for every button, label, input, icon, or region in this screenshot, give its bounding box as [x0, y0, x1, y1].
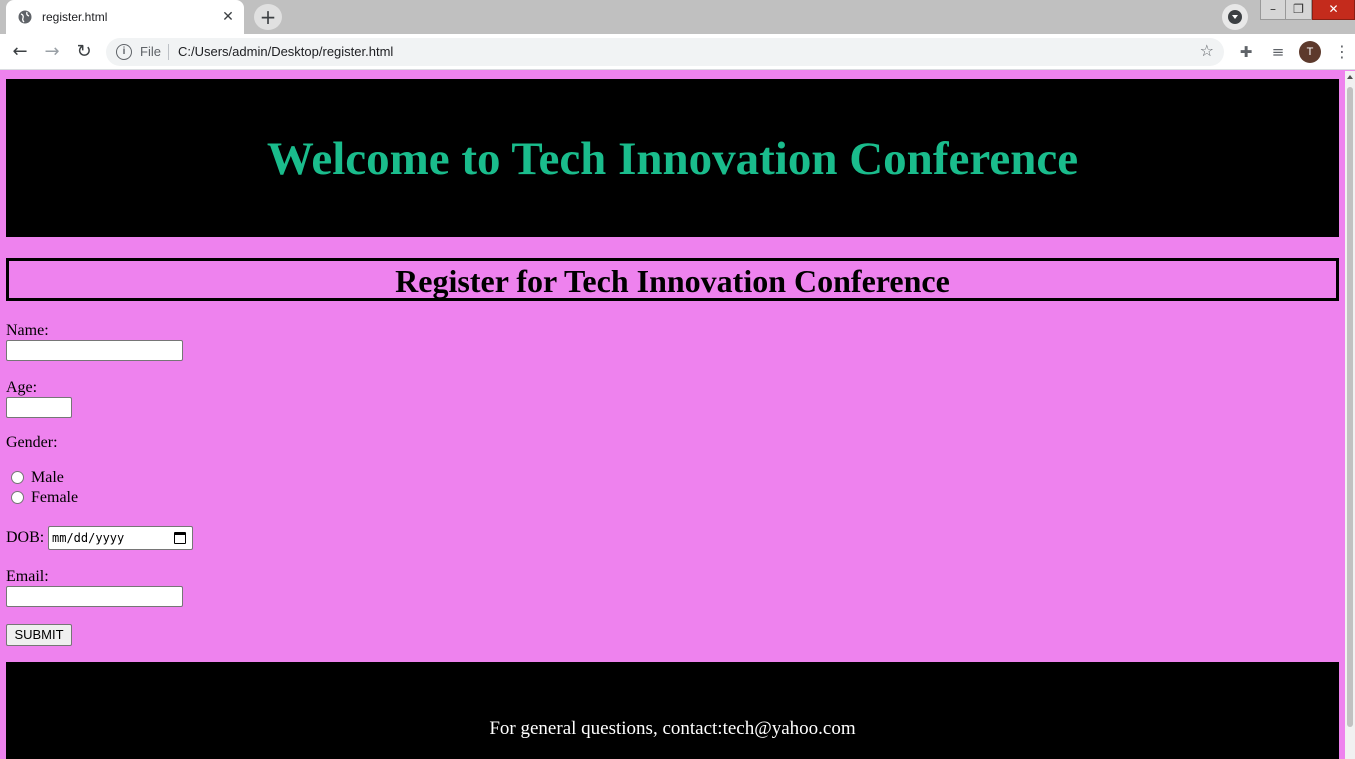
- scrollbar-thumb[interactable]: [1347, 87, 1353, 727]
- female-label: Female: [31, 489, 79, 506]
- register-title: Register for Tech Innovation Conference: [395, 263, 950, 299]
- male-label: Male: [31, 469, 64, 486]
- bookmark-star-icon[interactable]: ☆: [1200, 41, 1214, 60]
- gender-label: Gender:: [6, 434, 58, 451]
- scroll-up-arrow-icon[interactable]: [1347, 75, 1353, 79]
- chevron-down-icon: [1228, 10, 1242, 24]
- header-title: Welcome to Tech Innovation Conference: [266, 133, 1079, 185]
- tab-title: register.html: [42, 10, 108, 24]
- page-footer: For general questions, contact:tech@yaho…: [6, 662, 1339, 759]
- calendar-icon[interactable]: [174, 532, 186, 544]
- footer-contact-text: For general questions, contact:tech@yaho…: [489, 718, 856, 739]
- url-text[interactable]: C:/Users/admin/Desktop/register.html: [178, 44, 393, 59]
- submit-button[interactable]: SUBMIT: [6, 624, 72, 646]
- vertical-scrollbar[interactable]: [1345, 71, 1355, 759]
- register-heading-box: Register for Tech Innovation Conference: [6, 258, 1339, 301]
- name-label: Name:: [6, 322, 49, 339]
- divider: [168, 44, 169, 60]
- tab-register[interactable]: register.html ✕: [6, 0, 244, 34]
- forward-arrow-icon[interactable]: →: [40, 40, 64, 64]
- browser-toolbar: ← → ↻ i File C:/Users/admin/Desktop/regi…: [0, 34, 1355, 70]
- globe-icon: [18, 10, 32, 24]
- extensions-puzzle-icon[interactable]: ✚: [1236, 42, 1256, 62]
- url-scheme: File: [140, 44, 161, 59]
- close-tab-icon[interactable]: ✕: [220, 8, 236, 24]
- info-icon[interactable]: i: [116, 44, 132, 60]
- new-tab-button[interactable]: +: [254, 4, 282, 30]
- profile-avatar[interactable]: T: [1299, 41, 1321, 63]
- page-header: Welcome to Tech Innovation Conference: [6, 79, 1339, 237]
- dob-label: DOB:: [6, 529, 45, 546]
- page-body: Welcome to Tech Innovation Conference Re…: [0, 71, 1345, 759]
- restore-button[interactable]: ❐: [1286, 0, 1312, 20]
- dob-input[interactable]: mm/dd/yyyy: [48, 526, 193, 550]
- age-label: Age:: [6, 379, 38, 396]
- minimize-button[interactable]: –: [1260, 0, 1286, 20]
- media-control-icon[interactable]: ≡: [1268, 42, 1288, 62]
- back-arrow-icon[interactable]: ←: [8, 40, 32, 64]
- tab-search-button[interactable]: [1222, 4, 1248, 30]
- address-bar[interactable]: i File C:/Users/admin/Desktop/register.h…: [106, 38, 1224, 66]
- close-window-button[interactable]: ✕: [1312, 0, 1355, 20]
- male-radio[interactable]: [11, 471, 24, 484]
- female-radio[interactable]: [11, 491, 24, 504]
- email-input[interactable]: [6, 586, 183, 607]
- email-label: Email:: [6, 568, 49, 585]
- kebab-menu-icon[interactable]: ⋮: [1332, 42, 1352, 62]
- reload-icon[interactable]: ↻: [72, 40, 96, 64]
- age-input[interactable]: [6, 397, 72, 418]
- tab-strip: register.html ✕ + – ❐ ✕: [0, 0, 1355, 34]
- name-input[interactable]: [6, 340, 183, 361]
- dob-placeholder: mm/dd/yyyy: [52, 531, 125, 545]
